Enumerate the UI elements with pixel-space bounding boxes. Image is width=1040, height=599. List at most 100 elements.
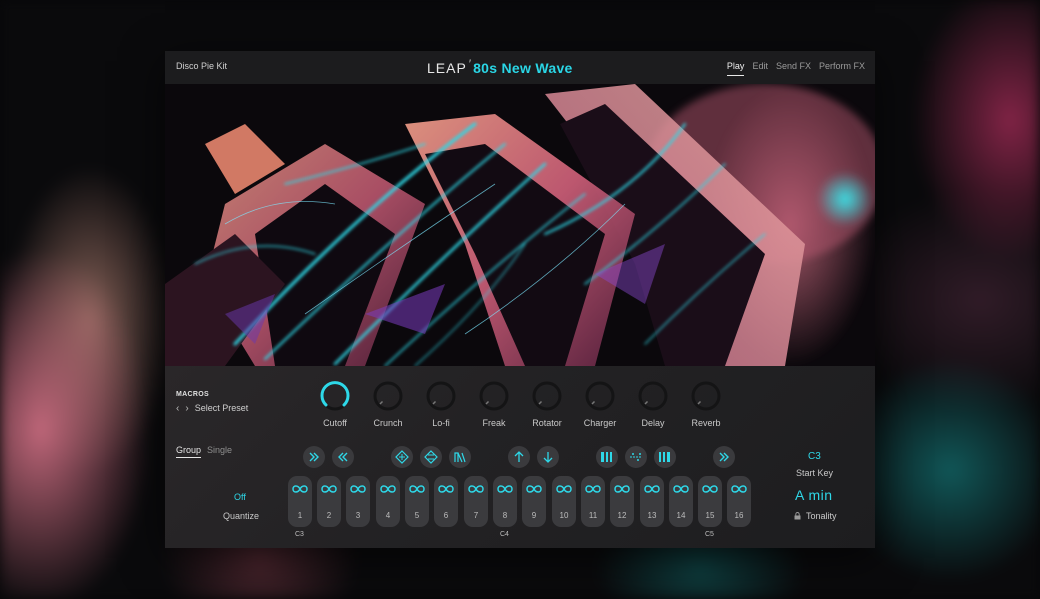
fx-button-scatter[interactable]: [625, 446, 647, 468]
macro-knob-lofi[interactable]: Lo-fi: [421, 380, 461, 428]
fx-button-pattern-b[interactable]: [420, 446, 442, 468]
macro-knob-crunch[interactable]: Crunch: [368, 380, 408, 428]
start-key-value[interactable]: C3: [808, 451, 821, 462]
pad-12[interactable]: 12: [610, 476, 634, 527]
leap-logo: LEAP ′ 80s New Wave: [427, 57, 573, 79]
tab-perform-fx[interactable]: Perform FX: [819, 61, 865, 75]
pad-3[interactable]: 3: [346, 476, 370, 527]
knob-label: Delay: [641, 418, 665, 428]
infinity-icon: [727, 481, 751, 499]
chevron-left-icon[interactable]: ‹: [176, 403, 179, 413]
tonality-value[interactable]: A min: [795, 487, 833, 503]
pad-4[interactable]: 4: [376, 476, 400, 527]
scatter-icon: [630, 453, 642, 461]
pad-number: 15: [705, 511, 715, 520]
note-label-c3: C3: [295, 531, 304, 538]
infinity-icon: [317, 481, 341, 499]
knob-label: Rotator: [532, 418, 562, 428]
pad-7[interactable]: 7: [464, 476, 488, 527]
pad-number: 13: [647, 511, 657, 520]
mode-group[interactable]: Group: [176, 445, 202, 458]
knob-label: Charger: [583, 418, 617, 428]
fx-button-stutter-a[interactable]: [596, 446, 618, 468]
tab-send-fx[interactable]: Send FX: [776, 61, 811, 75]
fx-button-stutter-b[interactable]: [654, 446, 676, 468]
diamond-pattern-icon: [395, 450, 409, 464]
pad-8[interactable]: 8: [493, 476, 517, 527]
infinity-icon: [552, 481, 576, 499]
infinity-icon: [434, 481, 458, 499]
knob-label: Crunch: [373, 418, 403, 428]
group-single-toggle: Group Single: [176, 445, 232, 458]
diamond-pattern-icon: [424, 450, 438, 464]
tab-edit[interactable]: Edit: [752, 61, 768, 75]
pad-number: 5: [414, 511, 420, 520]
kit-name: Disco Pie Kit: [176, 61, 228, 71]
knob-label: Cutoff: [323, 418, 347, 428]
pad-16[interactable]: 16: [727, 476, 751, 527]
pad-10[interactable]: 10: [552, 476, 576, 527]
perform-panel: MACROS ‹ › Select Preset Cutoff Crunch L…: [165, 366, 875, 548]
macro-knob-delay[interactable]: Delay: [633, 380, 673, 428]
stutter-icon: [601, 452, 612, 462]
knob-dial: [479, 381, 509, 411]
waveform-icon: [454, 452, 466, 463]
macro-knob-cutoff[interactable]: Cutoff: [315, 380, 355, 428]
tab-play[interactable]: Play: [726, 61, 744, 76]
note-label-c5: C5: [705, 531, 714, 538]
tonality-row: Tonality: [794, 511, 837, 521]
pad-number: 14: [676, 511, 686, 520]
page-nav: Play Edit Send FX Perform FX: [726, 61, 865, 76]
knob-dial: [585, 381, 615, 411]
pad-11[interactable]: 11: [581, 476, 605, 527]
pad-13[interactable]: 13: [640, 476, 664, 527]
mode-single[interactable]: Single: [207, 445, 232, 458]
fx-button-up[interactable]: [508, 446, 530, 468]
knob-label: Freak: [482, 418, 506, 428]
macro-knob-reverb[interactable]: Reverb: [686, 380, 726, 428]
pad-1[interactable]: 1: [288, 476, 312, 527]
fx-button-forward-end[interactable]: [713, 446, 735, 468]
rewind-icon: [338, 452, 348, 462]
select-preset-label[interactable]: Select Preset: [195, 403, 249, 413]
macro-knob-charger[interactable]: Charger: [580, 380, 620, 428]
pad-2[interactable]: 2: [317, 476, 341, 527]
fx-button-down[interactable]: [537, 446, 559, 468]
lock-icon[interactable]: [794, 512, 801, 520]
pad-6[interactable]: 6: [434, 476, 458, 527]
fx-button-pattern-a[interactable]: [391, 446, 413, 468]
pad-number: 4: [385, 511, 391, 520]
pad-14[interactable]: 14: [669, 476, 693, 527]
fast-forward-icon: [719, 452, 729, 462]
expansion-artwork: [165, 84, 875, 366]
chevron-right-icon[interactable]: ›: [185, 403, 188, 413]
knob-dial: [373, 381, 403, 411]
infinity-icon: [640, 481, 664, 499]
pad-number: 6: [443, 511, 449, 520]
expansion-title: 80s New Wave: [473, 60, 573, 76]
pad-15[interactable]: 15: [698, 476, 722, 527]
fx-button-forward[interactable]: [303, 446, 325, 468]
pad-5[interactable]: 5: [405, 476, 429, 527]
macro-knob-freak[interactable]: Freak: [474, 380, 514, 428]
pad-number: 3: [355, 511, 361, 520]
pad-number: 8: [502, 511, 508, 520]
pad-number: 2: [326, 511, 332, 520]
note-label-c4: C4: [500, 531, 509, 538]
abstract-crystal-artwork: [165, 84, 875, 366]
macros-heading: MACROS: [176, 391, 209, 398]
infinity-icon: [346, 481, 370, 499]
header-bar: Disco Pie Kit LEAP ′ 80s New Wave Play E…: [165, 51, 875, 84]
knob-dial: [426, 381, 456, 411]
pad-9[interactable]: 9: [522, 476, 546, 527]
leap-plugin-window: Disco Pie Kit LEAP ′ 80s New Wave Play E…: [165, 51, 875, 548]
infinity-icon: [669, 481, 693, 499]
quantize-value[interactable]: Off: [234, 492, 246, 502]
fx-button-waveform[interactable]: [449, 446, 471, 468]
fx-button-rewind[interactable]: [332, 446, 354, 468]
infinity-icon: [522, 481, 546, 499]
pad-number: 12: [617, 511, 627, 520]
knob-label: Reverb: [691, 418, 721, 428]
macro-knob-rotator[interactable]: Rotator: [527, 380, 567, 428]
infinity-icon: [581, 481, 605, 499]
